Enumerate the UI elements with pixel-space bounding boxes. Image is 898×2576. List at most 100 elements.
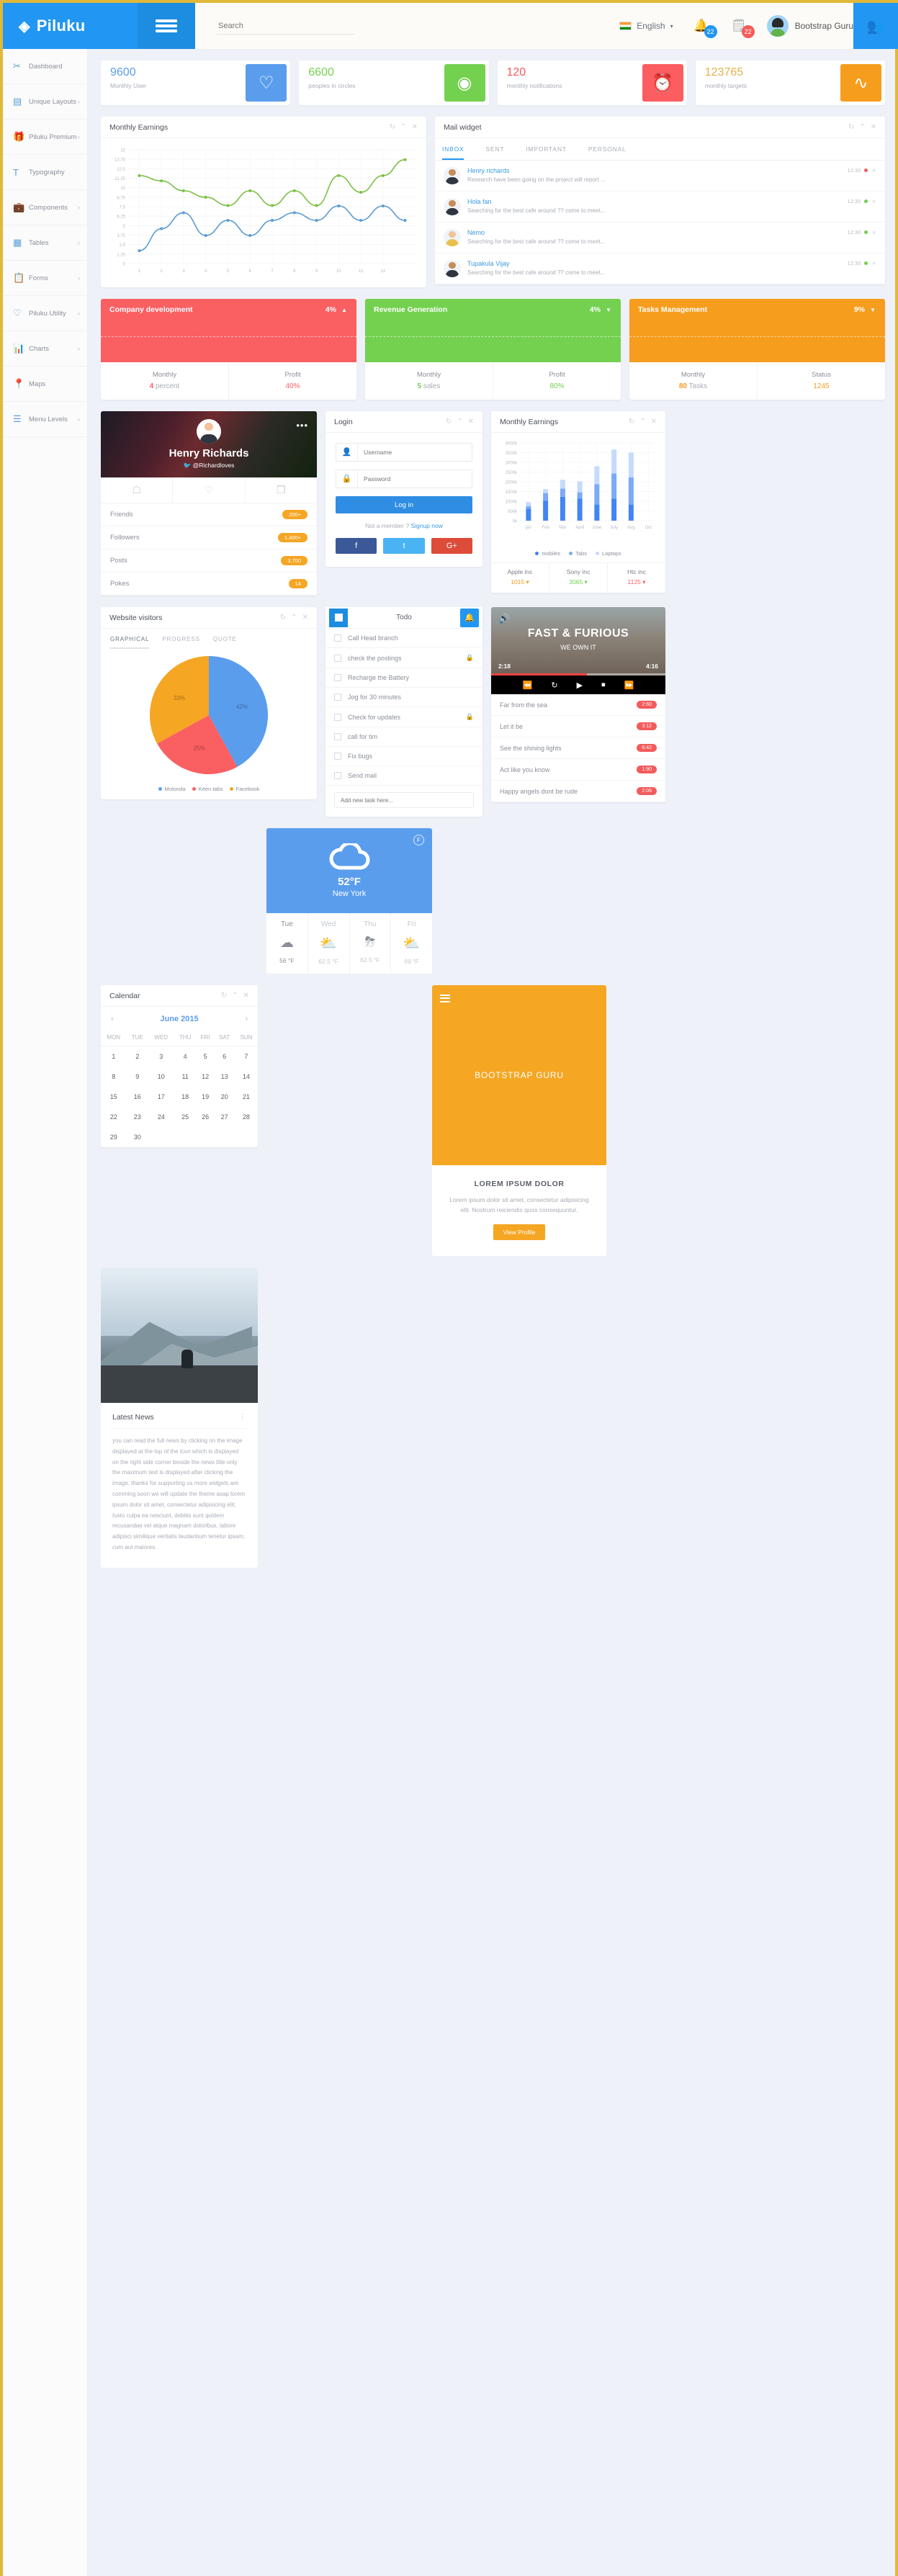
contacts-toggle-button[interactable]: 👥 — [853, 3, 898, 49]
progress-bar[interactable] — [491, 673, 665, 676]
sidebar-item-typography[interactable]: T Typography — [3, 155, 87, 190]
stop-icon[interactable]: ⏹ — [601, 681, 606, 690]
close-icon[interactable]: ✕ — [871, 123, 876, 131]
language-selector[interactable]: English ▾ — [619, 21, 673, 31]
mail-tab-inbox[interactable]: INBOX — [442, 145, 464, 160]
calendar-day[interactable]: 25 — [174, 1107, 197, 1127]
calendar-day[interactable]: 9 — [127, 1067, 148, 1087]
mail-tab-sent[interactable]: SENT — [485, 145, 504, 160]
mail-tab-personal[interactable]: PERSONAL — [588, 145, 627, 160]
sidebar-item-tables[interactable]: ▦ Tables › — [3, 225, 87, 261]
calendar-day[interactable]: 13 — [214, 1067, 234, 1087]
calendar-day[interactable]: 23 — [127, 1107, 148, 1127]
sidebar-item-maps[interactable]: 📍 Maps — [3, 367, 87, 402]
collapse-icon[interactable]: ⌃ — [859, 123, 865, 131]
track-row[interactable]: See the shining lights 6:42 — [491, 737, 665, 759]
todo-item[interactable]: Jog for 30 minutes — [325, 688, 482, 707]
todo-item[interactable]: call for tim — [325, 727, 482, 747]
track-row[interactable]: Let it be 3:12 — [491, 716, 665, 737]
mail-item[interactable]: Henry richards Research have been going o… — [435, 161, 885, 192]
sidebar-item-menu-levels[interactable]: ☰ Menu Levels › — [3, 402, 87, 437]
calendar-day[interactable]: 17 — [148, 1087, 174, 1107]
forward-icon[interactable]: ⏩ — [624, 681, 634, 690]
refresh-icon[interactable]: ↻ — [848, 123, 854, 131]
visitor-tab-progress[interactable]: PROGRESS — [162, 636, 200, 649]
calendar-day[interactable]: 15 — [101, 1087, 127, 1107]
mail-item[interactable]: Nemo Searching for the best cafe around ?… — [435, 223, 885, 253]
menu-toggle-button[interactable] — [138, 3, 195, 49]
google-plus-icon[interactable]: G+ — [431, 538, 472, 554]
calendar-day[interactable]: 8 — [101, 1067, 127, 1087]
mail-item[interactable]: Hola fan Searching for the best cafe arou… — [435, 192, 885, 223]
chat-icon[interactable]: ❐ — [246, 477, 317, 503]
forecast-day[interactable]: Fri ⛅ 69 °F — [391, 913, 432, 974]
star-icon[interactable]: ★ — [871, 260, 876, 266]
calendar-day[interactable]: 10 — [148, 1067, 174, 1087]
calendar-day[interactable]: 12 — [197, 1067, 215, 1087]
calendar-day[interactable]: 2 — [127, 1046, 148, 1067]
sidebar-item-piluku-premium[interactable]: 🎁 Piluku Premium › — [3, 120, 87, 155]
view-profile-button[interactable]: View Profile — [493, 1224, 546, 1241]
calendar-day[interactable]: 22 — [101, 1107, 127, 1127]
signup-link[interactable]: Signup now — [410, 522, 442, 529]
sidebar-item-forms[interactable]: 📋 Forms › — [3, 261, 87, 296]
calendar-day[interactable]: 27 — [214, 1107, 234, 1127]
calendar-day[interactable]: 24 — [148, 1107, 174, 1127]
stat-card[interactable]: 120 monthly notifications ⏰ — [497, 60, 687, 105]
refresh-icon[interactable]: ↻ — [446, 418, 452, 426]
calendar-day[interactable]: 16 — [127, 1087, 148, 1107]
sidebar-item-dashboard[interactable]: ✂ Dashboard — [3, 49, 87, 84]
close-icon[interactable]: ✕ — [243, 992, 249, 1000]
calendar-day[interactable]: 30 — [127, 1127, 148, 1147]
todo-item[interactable]: Recharge the Battery — [325, 668, 482, 688]
todo-item[interactable]: Call Head branch — [325, 629, 482, 648]
todo-item[interactable]: Check for updates 🔒 — [325, 707, 482, 727]
twitter-icon[interactable]: t — [383, 538, 425, 554]
calendar-day[interactable]: 29 — [101, 1127, 127, 1147]
collapse-icon[interactable]: ⌃ — [457, 418, 462, 426]
calendar-day[interactable]: 5 — [197, 1046, 215, 1067]
more-options-icon[interactable]: ••• — [296, 420, 308, 431]
track-row[interactable]: Far from the sea 2:60 — [491, 694, 665, 716]
refresh-icon[interactable]: ↻ — [280, 614, 286, 621]
username-input[interactable] — [358, 449, 472, 456]
refresh-icon[interactable]: ↻ — [390, 123, 395, 131]
collapse-icon[interactable]: ⌃ — [291, 614, 297, 621]
calendar-day[interactable]: 11 — [174, 1067, 197, 1087]
todo-checkbox[interactable] — [334, 713, 341, 721]
visitor-tab-graphical[interactable]: GRAPHICAL — [110, 636, 150, 649]
close-icon[interactable]: ✕ — [651, 418, 657, 426]
close-icon[interactable]: ✕ — [468, 418, 474, 426]
calendar-day[interactable]: 6 — [214, 1046, 234, 1067]
todo-checkbox[interactable] — [334, 733, 341, 740]
calendar-day[interactable]: 20 — [214, 1087, 234, 1107]
todo-checkbox[interactable] — [334, 634, 341, 642]
star-icon[interactable]: ★ — [871, 229, 876, 235]
forecast-day[interactable]: Tue ☁ 56 °F — [266, 913, 308, 974]
todo-checkbox[interactable] — [334, 753, 341, 760]
calendar-day[interactable]: 1 — [101, 1046, 127, 1067]
track-row[interactable]: Happy angels dont be rude 2:06 — [491, 781, 665, 802]
todo-checkbox[interactable] — [334, 674, 341, 681]
todo-checkbox[interactable] — [334, 694, 341, 701]
bell-icon[interactable]: 🔔 — [460, 608, 479, 627]
rewind-icon[interactable]: ⏪ — [523, 681, 533, 690]
add-task-input[interactable] — [341, 796, 467, 804]
calendar-day[interactable]: 4 — [174, 1046, 197, 1067]
star-icon[interactable]: ★ — [871, 167, 876, 174]
calendar-day[interactable]: 7 — [235, 1046, 258, 1067]
stat-card[interactable]: 123765 monthly targets ∿ — [695, 60, 885, 105]
hamburger-icon[interactable] — [440, 992, 450, 1004]
calendar-day[interactable]: 26 — [197, 1107, 215, 1127]
todo-item[interactable]: check the postings 🔒 — [325, 648, 482, 668]
mail-item[interactable]: Tupakula Vijay Searching for the best caf… — [435, 253, 885, 284]
calendar-day[interactable]: 3 — [148, 1046, 174, 1067]
todo-checkbox[interactable] — [334, 772, 341, 779]
todo-checkbox[interactable] — [334, 654, 341, 662]
user-menu[interactable]: Bootstrap Guru — [766, 15, 853, 37]
heart-icon[interactable]: ♡ — [173, 477, 246, 503]
brand-logo[interactable]: ◈ Piluku — [3, 3, 138, 49]
calendar-day[interactable]: 21 — [235, 1087, 258, 1107]
calendar-day[interactable]: 14 — [235, 1067, 258, 1087]
sidebar-item-components[interactable]: 💼 Components › — [3, 190, 87, 225]
